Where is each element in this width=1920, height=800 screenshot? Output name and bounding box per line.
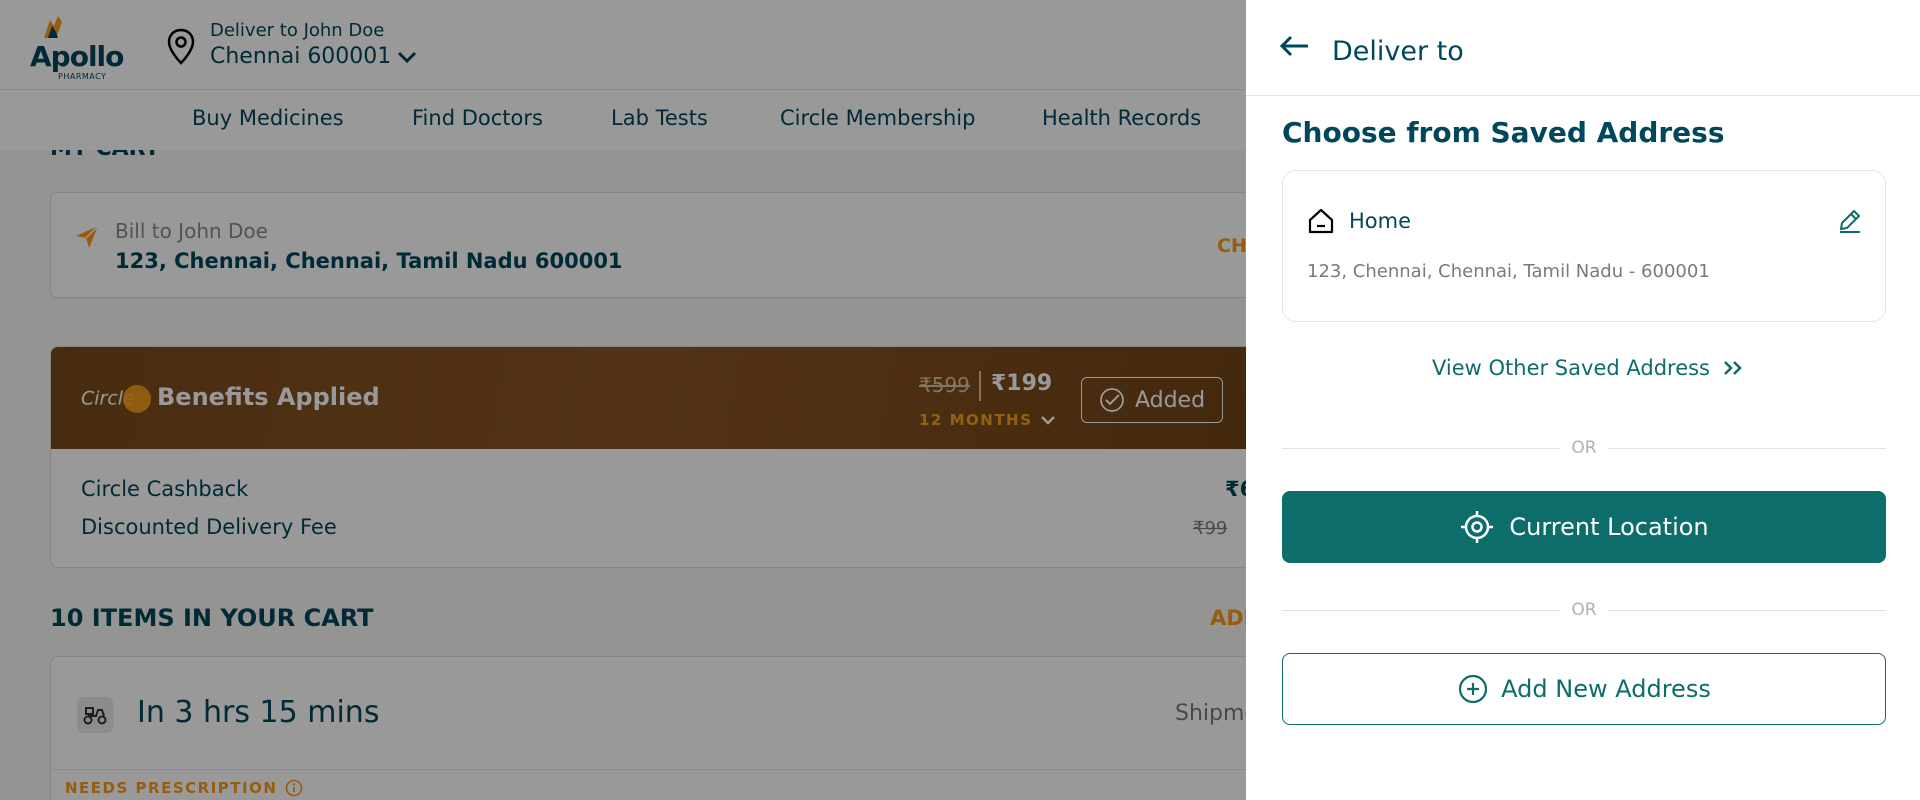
add-new-address-label: Add New Address <box>1501 675 1711 703</box>
or-divider: OR <box>1282 438 1886 458</box>
current-location-button[interactable]: Current Location <box>1282 491 1886 563</box>
saved-address-card[interactable]: Home 123, Chennai, Chennai, Tamil Nadu -… <box>1282 170 1886 322</box>
edit-pencil-icon[interactable] <box>1837 207 1863 233</box>
saved-address-heading: Choose from Saved Address <box>1282 116 1725 149</box>
add-new-address-button[interactable]: Add New Address <box>1282 653 1886 725</box>
back-arrow-icon[interactable] <box>1278 34 1310 58</box>
or-line-right <box>1608 610 1886 611</box>
drawer-header: Deliver to <box>1246 0 1920 96</box>
double-chevron-right-icon <box>1724 361 1742 375</box>
view-other-addresses-link[interactable]: View Other Saved Address <box>1432 356 1746 380</box>
deliver-to-drawer: Deliver to Choose from Saved Address Hom… <box>1246 0 1920 800</box>
plus-circle-icon <box>1459 674 1488 704</box>
address-text: 123, Chennai, Chennai, Tamil Nadu - 6000… <box>1307 261 1710 282</box>
address-label: Home <box>1349 209 1412 233</box>
home-icon <box>1308 208 1334 234</box>
drawer-title: Deliver to <box>1332 36 1464 67</box>
current-location-label: Current Location <box>1509 513 1709 541</box>
target-location-icon <box>1461 511 1494 543</box>
or-line-right <box>1608 448 1886 449</box>
or-divider: OR <box>1282 600 1886 620</box>
view-other-label: View Other Saved Address <box>1432 356 1710 380</box>
